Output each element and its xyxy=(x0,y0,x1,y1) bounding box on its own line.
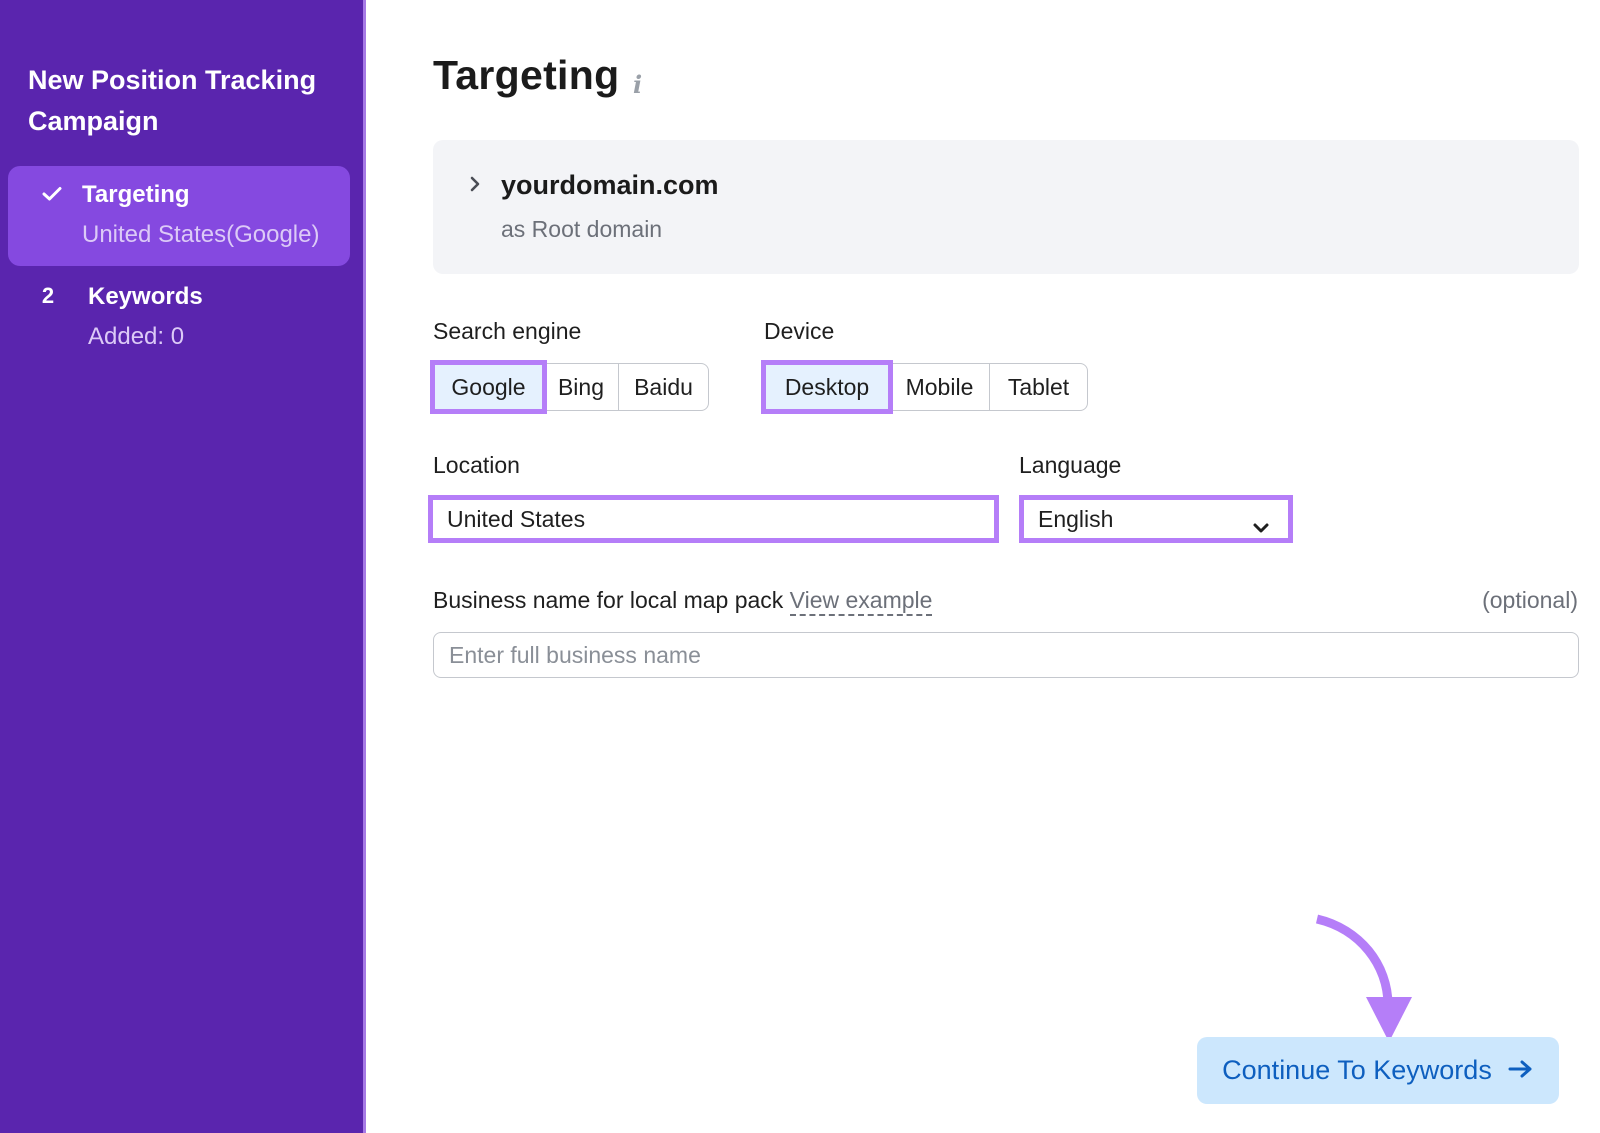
search-engine-option-bing[interactable]: Bing xyxy=(543,364,618,410)
device-option-mobile[interactable]: Mobile xyxy=(889,364,989,410)
search-engine-label: Search engine xyxy=(433,318,582,344)
optional-hint: (optional) xyxy=(1482,587,1578,613)
domain-type: as Root domain xyxy=(501,216,663,242)
business-name-label-text: Business name for local map pack xyxy=(433,587,784,613)
continue-button-label: Continue To Keywords xyxy=(1222,1055,1492,1085)
device-selector: Desktop Mobile Tablet xyxy=(761,360,1088,414)
step-summary: United States(Google) xyxy=(82,221,320,248)
chevron-down-icon xyxy=(1252,514,1270,533)
step-label: Targeting xyxy=(82,181,190,208)
location-value: United States xyxy=(447,505,586,532)
annotation-arrow-icon xyxy=(1315,914,1412,1042)
device-label: Device xyxy=(764,318,835,344)
step-number: 2 xyxy=(41,283,55,308)
device-option-desktop[interactable]: Desktop xyxy=(761,360,893,414)
sidebar: New Position Tracking Campaign Targeting… xyxy=(0,0,366,1133)
location-input[interactable]: United States xyxy=(428,495,999,543)
arrow-right-icon xyxy=(1508,1055,1534,1086)
search-engine-option-baidu[interactable]: Baidu xyxy=(618,364,708,410)
step-keywords[interactable]: 2 Keywords Added: 0 xyxy=(8,268,350,368)
language-value: English xyxy=(1038,505,1114,532)
chevron-right-icon[interactable] xyxy=(465,174,485,194)
step-targeting[interactable]: Targeting United States(Google) xyxy=(8,166,350,266)
campaign-title: New Position Tracking Campaign xyxy=(28,65,317,136)
language-label: Language xyxy=(1019,452,1122,478)
domain-card[interactable]: yourdomain.com as Root domain xyxy=(433,140,1579,274)
domain-name: yourdomain.com xyxy=(501,170,719,200)
step-label: Keywords xyxy=(88,283,203,310)
page-title: Targeting xyxy=(433,52,620,98)
check-icon xyxy=(38,180,66,208)
search-engine-selector: Google Bing Baidu xyxy=(430,360,709,414)
business-name-input[interactable] xyxy=(433,632,1579,678)
step-summary: Added: 0 xyxy=(88,323,185,350)
search-engine-option-google[interactable]: Google xyxy=(430,360,547,414)
view-example-link[interactable]: View example xyxy=(789,587,933,616)
info-icon[interactable]: i xyxy=(633,70,642,99)
language-select[interactable]: English xyxy=(1019,495,1293,543)
business-name-label: Business name for local map pack View ex… xyxy=(433,587,933,616)
location-label: Location xyxy=(433,452,520,478)
continue-to-keywords-button[interactable]: Continue To Keywords xyxy=(1197,1037,1559,1104)
device-option-tablet[interactable]: Tablet xyxy=(989,364,1087,410)
